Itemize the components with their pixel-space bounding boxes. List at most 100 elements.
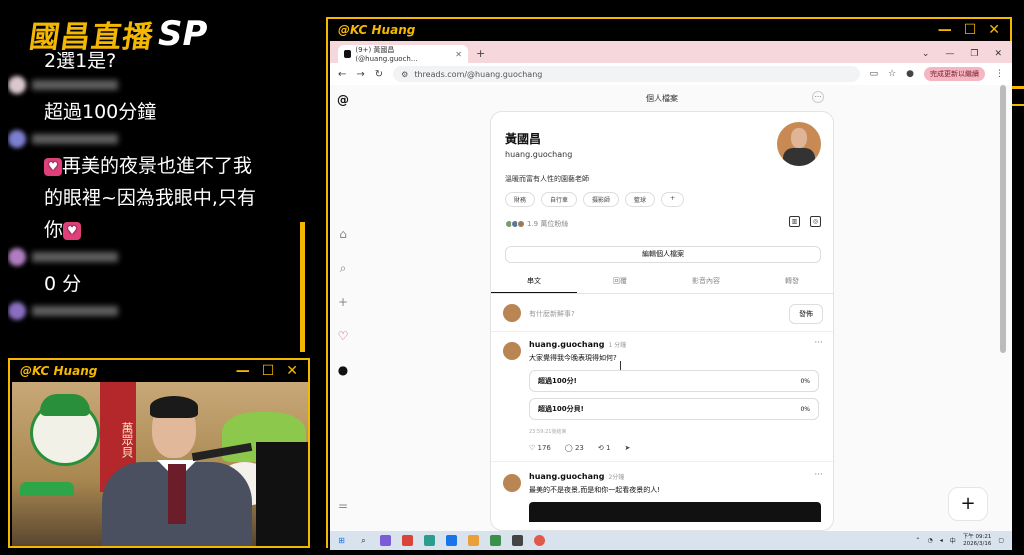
- app-icon[interactable]: [446, 535, 457, 546]
- create-post-button[interactable]: +: [948, 487, 988, 521]
- address-text: threads.com/@huang.guochang: [414, 69, 543, 79]
- chevron-down-icon[interactable]: ⌄: [922, 49, 930, 59]
- profile-icons: ▥ ◎: [789, 216, 821, 227]
- profile-bio: 溫暖而富有人性的園藝老師: [505, 175, 589, 183]
- chat-message: ♥ 再美的夜景也進不了我: [8, 150, 308, 182]
- avatar[interactable]: [503, 342, 521, 360]
- more-options-icon[interactable]: ···: [812, 91, 824, 103]
- followers-count: 1.9 萬位粉絲: [527, 220, 569, 228]
- repost-count: 1: [605, 444, 611, 452]
- chat-message: 0 分: [44, 273, 82, 295]
- share-icon[interactable]: ➤: [624, 444, 630, 452]
- threads-logo-icon[interactable]: @: [336, 93, 350, 107]
- close-icon[interactable]: ✕: [988, 22, 1000, 38]
- poll-option[interactable]: 超過100分貝! 0%: [529, 398, 819, 420]
- bookmark-star-icon[interactable]: ☆: [888, 69, 896, 79]
- chrome-icon[interactable]: [534, 535, 545, 546]
- browser-tab[interactable]: (9+) 黃國昌 (@huang.guoch... ✕: [338, 45, 468, 63]
- tab-threads[interactable]: 串文: [491, 270, 577, 293]
- activity-heart-icon[interactable]: ♡: [336, 329, 350, 343]
- more-options-icon[interactable]: ···: [814, 470, 823, 480]
- tag-chip[interactable]: 自行車: [541, 192, 578, 207]
- network-icon[interactable]: ◔: [927, 537, 932, 544]
- clock[interactable]: 下午 09:21 2026/3/16: [963, 534, 992, 548]
- poll-option[interactable]: 超過100分! 0%: [529, 370, 819, 392]
- close-icon[interactable]: ✕: [286, 363, 298, 379]
- site-info-icon[interactable]: ⚙: [401, 70, 408, 79]
- blurred-username: [32, 80, 118, 90]
- cast-icon[interactable]: ▭: [870, 69, 879, 79]
- menu-icon[interactable]: ⋮: [995, 69, 1004, 79]
- new-tab-button[interactable]: +: [468, 47, 493, 63]
- close-icon[interactable]: ✕: [994, 49, 1002, 59]
- address-bar[interactable]: ⚙ threads.com/@huang.guochang: [393, 66, 860, 82]
- poll-option-label: 超過100分貝!: [538, 405, 584, 413]
- more-options-icon[interactable]: ···: [814, 338, 823, 348]
- minimize-icon[interactable]: —: [945, 49, 954, 59]
- insights-icon[interactable]: ▥: [789, 216, 800, 227]
- like-button[interactable]: ♡ 176: [529, 444, 551, 452]
- home-icon[interactable]: ⌂: [336, 227, 350, 241]
- input-language[interactable]: 中: [950, 536, 956, 545]
- minimize-icon[interactable]: —: [236, 363, 250, 379]
- heart-emoji-icon: ♥: [44, 157, 62, 176]
- profile-icon[interactable]: ●: [906, 69, 914, 79]
- tab-media[interactable]: 影音內容: [663, 270, 749, 293]
- avatar: [503, 304, 521, 322]
- create-icon[interactable]: +: [336, 295, 350, 309]
- app-icon[interactable]: [512, 535, 523, 546]
- navigation-bar: ← → ↻ ⚙ threads.com/@huang.guochang ▭ ☆ …: [330, 63, 1012, 85]
- windows-start-icon[interactable]: ⊞: [336, 535, 347, 546]
- volume-icon[interactable]: ◂: [940, 537, 943, 544]
- forward-icon[interactable]: →: [356, 69, 364, 80]
- maximize-icon[interactable]: ☐: [262, 363, 275, 379]
- add-tag-button[interactable]: +: [661, 192, 685, 207]
- app-icon[interactable]: [380, 535, 391, 546]
- notification-icon[interactable]: ▢: [998, 537, 1004, 544]
- tab-replies[interactable]: 回覆: [577, 270, 663, 293]
- post-username[interactable]: huang.guochang 2分鐘: [529, 472, 624, 481]
- restore-icon[interactable]: ❐: [970, 49, 978, 59]
- tag-chip[interactable]: 籃球: [625, 192, 656, 207]
- post-button[interactable]: 發佈: [789, 304, 823, 324]
- blurred-username: [32, 134, 118, 144]
- person-hair: [150, 396, 198, 418]
- profile-avatar[interactable]: [777, 122, 821, 166]
- search-icon[interactable]: ⌕: [358, 535, 369, 546]
- composer: 有什麼新鮮事? 發佈: [491, 296, 833, 332]
- reload-icon[interactable]: ↻: [375, 69, 383, 80]
- page-scrollbar[interactable]: [1000, 85, 1006, 353]
- close-tab-icon[interactable]: ✕: [455, 50, 462, 59]
- app-icon[interactable]: [468, 535, 479, 546]
- tab-reposts[interactable]: 轉發: [749, 270, 833, 293]
- accent-line: [1012, 86, 1024, 89]
- instagram-icon[interactable]: ◎: [810, 216, 821, 227]
- post-media[interactable]: [529, 502, 821, 522]
- back-icon[interactable]: ←: [338, 69, 346, 80]
- tag-chip[interactable]: 財務: [505, 192, 536, 207]
- chat-scrollbar[interactable]: [300, 222, 305, 352]
- poll-meta: 23:59:21後結束: [529, 429, 567, 435]
- main-window-titlebar: @KC Huang — ☐ ✕: [328, 19, 1010, 41]
- tag-chip[interactable]: 摄影師: [583, 192, 620, 207]
- composer-input[interactable]: 有什麼新鮮事?: [529, 309, 575, 319]
- app-icon[interactable]: [402, 535, 413, 546]
- profile-icon[interactable]: ●: [336, 363, 350, 377]
- followers[interactable]: 1.9 萬位粉絲: [505, 219, 568, 229]
- poll-option-percent: 0%: [800, 405, 810, 413]
- search-icon[interactable]: ⌕: [336, 261, 350, 275]
- update-button[interactable]: 完成更新以繼續: [924, 67, 985, 81]
- avatar[interactable]: [503, 474, 521, 492]
- comment-button[interactable]: ◯ 23: [565, 444, 584, 452]
- poll-option-percent: 0%: [800, 377, 810, 385]
- app-icon[interactable]: [424, 535, 435, 546]
- edit-profile-button[interactable]: 編輯個人檔案: [505, 246, 821, 263]
- post-text: 大家覺得我今晚表現得如何?: [529, 354, 617, 362]
- repost-button[interactable]: ⟲ 1: [598, 444, 611, 452]
- post-username[interactable]: huang.guochang 1 分鐘: [529, 340, 626, 349]
- maximize-icon[interactable]: ☐: [964, 22, 977, 38]
- tray-chevron-icon[interactable]: ⌃: [915, 537, 920, 544]
- menu-icon[interactable]: =: [336, 499, 350, 513]
- minimize-icon[interactable]: —: [938, 22, 952, 38]
- app-icon[interactable]: [490, 535, 501, 546]
